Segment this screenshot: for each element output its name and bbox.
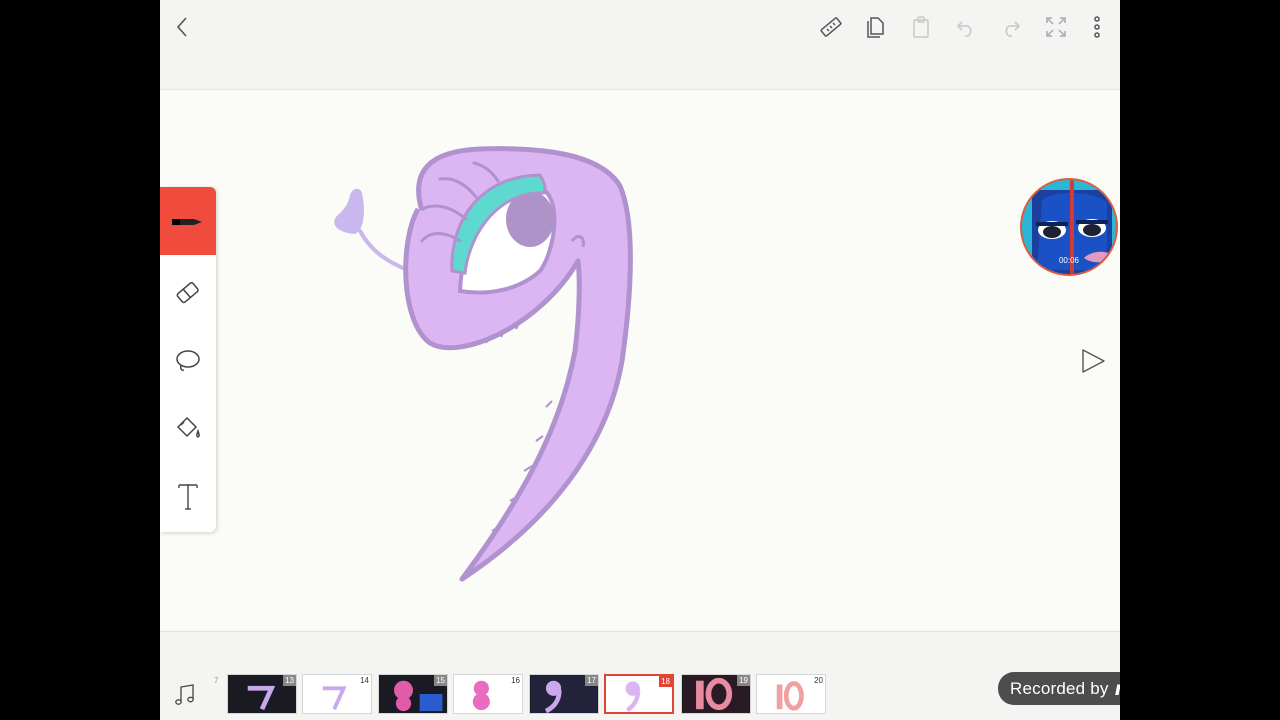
animation-app: 00:06 7 13 14 15 16 17 18 19 20 Recorded…: [160, 0, 1120, 720]
undo-icon: [956, 21, 972, 37]
frame-thumbnail[interactable]: 20: [756, 674, 826, 714]
lasso-icon: [176, 350, 200, 371]
previous-frame-number: 7: [214, 676, 219, 685]
more-icon: [1094, 16, 1100, 38]
eraser-icon: [176, 282, 199, 304]
frame-number: 16: [509, 675, 522, 686]
ruler-button[interactable]: [814, 10, 848, 44]
eraser-tool[interactable]: [160, 259, 216, 327]
back-button[interactable]: [166, 10, 200, 44]
paste-icon: [913, 16, 929, 38]
fullscreen-icon: [1046, 17, 1066, 37]
frame-timeline: 7 13 14 15 16 17 18 19 20: [160, 631, 1120, 720]
frame-thumbnail-selected[interactable]: 18: [604, 674, 674, 714]
back-icon: [176, 17, 187, 37]
copy-button[interactable]: [859, 10, 893, 44]
frame-number: 17: [585, 675, 598, 686]
text-icon: [178, 484, 198, 510]
fill-bucket-icon: [176, 416, 200, 438]
frame-number: 20: [812, 675, 825, 686]
redo-button[interactable]: [994, 10, 1028, 44]
frame-number: 15: [434, 675, 447, 686]
antenna-tip-shape: [334, 188, 364, 234]
text-tool[interactable]: [160, 463, 216, 531]
top-toolbar: [160, 0, 1120, 90]
lasso-tool[interactable]: [160, 327, 216, 395]
frame-number: 13: [283, 675, 296, 686]
frame-thumbnail[interactable]: 15: [378, 674, 448, 714]
frame-thumbnail[interactable]: 19: [681, 674, 751, 714]
frame-thumbnail[interactable]: 13: [227, 674, 297, 714]
frame-number: 18: [659, 676, 672, 687]
camera-timer: 00:06: [1058, 256, 1080, 265]
paste-button[interactable]: [904, 10, 938, 44]
undo-button[interactable]: [949, 10, 983, 44]
copy-icon: [867, 17, 884, 38]
ruler-icon: [820, 17, 842, 37]
play-icon[interactable]: [1078, 346, 1108, 376]
music-note-icon[interactable]: [172, 682, 198, 708]
more-button[interactable]: [1080, 10, 1114, 44]
pen-icon: [172, 219, 202, 225]
drawing-canvas[interactable]: [160, 91, 1120, 630]
frame-thumbnail[interactable]: 14: [302, 674, 372, 714]
watermark-text: Recorded by: [1010, 678, 1109, 698]
frame-number: 19: [737, 675, 750, 686]
watermark-logo: mobizen: [1115, 678, 1120, 700]
camera-overlay[interactable]: 00:06: [1020, 178, 1118, 276]
frame-thumbnail[interactable]: 17: [529, 674, 599, 714]
pen-tool[interactable]: [160, 187, 216, 255]
recording-watermark: Recorded by mobizen: [998, 672, 1120, 705]
frame-number: 14: [358, 675, 371, 686]
fill-tool[interactable]: [160, 395, 216, 463]
tool-palette: [160, 187, 216, 532]
redo-icon: [1005, 21, 1021, 37]
fullscreen-button[interactable]: [1039, 10, 1073, 44]
number-nine-drawing: [334, 146, 633, 582]
frame-thumbnail[interactable]: 16: [453, 674, 523, 714]
